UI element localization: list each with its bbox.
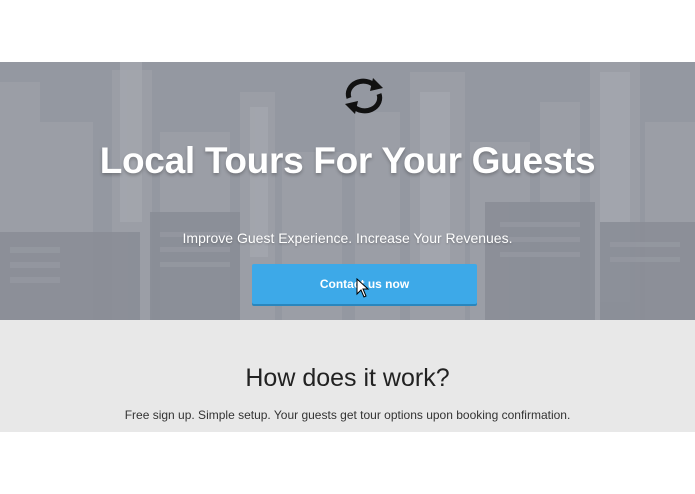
hero-subtitle: Improve Guest Experience. Increase Your … (182, 230, 513, 246)
how-it-works-title: How does it work? (245, 364, 450, 392)
top-letterbox (0, 0, 695, 62)
how-it-works-section: How does it work? Free sign up. Simple s… (0, 320, 695, 432)
mouse-pointer-icon (356, 278, 370, 298)
circular-arrows-icon (345, 78, 383, 114)
how-it-works-description: Free sign up. Simple setup. Your guests … (124, 408, 571, 422)
hero-section: Local Tours For Your Guests Improve Gues… (0, 62, 695, 320)
hero-title: Local Tours For Your Guests (99, 140, 596, 181)
bottom-letterbox (0, 432, 695, 494)
